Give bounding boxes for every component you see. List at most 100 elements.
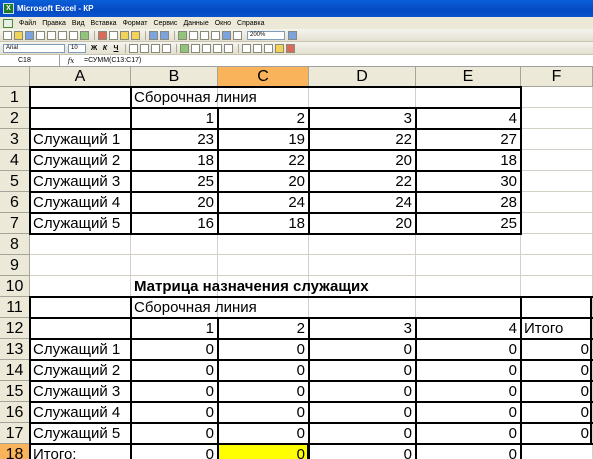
- cell-a13[interactable]: Служащий 1: [30, 339, 130, 360]
- menu-data[interactable]: Данные: [180, 20, 211, 27]
- format-painter-icon[interactable]: [131, 30, 140, 40]
- cell-b15[interactable]: 0: [131, 381, 217, 402]
- cell-c13[interactable]: 0: [218, 339, 308, 360]
- formula-input[interactable]: =СУММ(C13:C17): [82, 57, 141, 64]
- cell-d7[interactable]: 20: [309, 213, 415, 234]
- hyperlink-icon[interactable]: [178, 30, 187, 40]
- column-header-a[interactable]: A: [30, 67, 131, 87]
- font-size-select[interactable]: 10: [68, 43, 86, 53]
- cell-d5[interactable]: 22: [309, 171, 415, 192]
- save-icon[interactable]: [25, 30, 34, 40]
- row-header-8[interactable]: 8: [0, 234, 30, 255]
- cell-f17[interactable]: 0: [521, 423, 592, 444]
- help-icon[interactable]: [288, 30, 297, 40]
- menu-tools[interactable]: Сервис: [150, 20, 180, 27]
- autosum-icon[interactable]: [189, 30, 198, 40]
- row-header-5[interactable]: 5: [0, 171, 30, 192]
- print-icon[interactable]: [58, 30, 67, 40]
- cell-c6[interactable]: 24: [218, 192, 308, 213]
- sort-ascending-icon[interactable]: [200, 30, 209, 40]
- cell-d3[interactable]: 22: [309, 129, 415, 150]
- cell-d2[interactable]: 3: [309, 108, 415, 129]
- cell-b5[interactable]: 25: [131, 171, 217, 192]
- cell-d4[interactable]: 20: [309, 150, 415, 171]
- increase-indent-icon[interactable]: [253, 43, 262, 53]
- cell-b10[interactable]: Матрица назначения служащих: [131, 276, 369, 297]
- font-color-icon[interactable]: [286, 43, 295, 53]
- cell-a6[interactable]: Служащий 4: [30, 192, 130, 213]
- cell-b12[interactable]: 1: [131, 318, 217, 339]
- menu-view[interactable]: Вид: [69, 20, 88, 27]
- row-header-3[interactable]: 3: [0, 129, 30, 150]
- underline-button[interactable]: Ч: [111, 45, 121, 52]
- cell-d16[interactable]: 0: [309, 402, 415, 423]
- row-header-4[interactable]: 4: [0, 150, 30, 171]
- cell-b14[interactable]: 0: [131, 360, 217, 381]
- cell-f13[interactable]: 0: [521, 339, 592, 360]
- row-header-17[interactable]: 17: [0, 423, 30, 444]
- cell-d17[interactable]: 0: [309, 423, 415, 444]
- percent-icon[interactable]: [191, 43, 200, 53]
- decrease-decimal-icon[interactable]: [224, 43, 233, 53]
- cell-e18[interactable]: 0: [416, 444, 520, 459]
- cell-a3[interactable]: Служащий 1: [30, 129, 130, 150]
- undo-icon[interactable]: [149, 30, 158, 40]
- cell-d6[interactable]: 24: [309, 192, 415, 213]
- merge-center-icon[interactable]: [162, 43, 171, 53]
- decrease-indent-icon[interactable]: [242, 43, 251, 53]
- cell-c4[interactable]: 22: [218, 150, 308, 171]
- align-center-icon[interactable]: [140, 43, 149, 53]
- copy-icon[interactable]: [109, 30, 118, 40]
- menu-insert[interactable]: Вставка: [88, 20, 120, 27]
- column-header-b[interactable]: B: [131, 67, 218, 87]
- align-left-icon[interactable]: [129, 43, 138, 53]
- cell-b4[interactable]: 18: [131, 150, 217, 171]
- column-header-e[interactable]: E: [416, 67, 521, 87]
- drawing-icon[interactable]: [233, 30, 242, 40]
- cell-c3[interactable]: 19: [218, 129, 308, 150]
- spelling-icon[interactable]: [80, 30, 89, 40]
- cell-d12[interactable]: 3: [309, 318, 415, 339]
- cell-b6[interactable]: 20: [131, 192, 217, 213]
- row-header-15[interactable]: 15: [0, 381, 30, 402]
- cell-c12[interactable]: 2: [218, 318, 308, 339]
- cell-f16[interactable]: 0: [521, 402, 592, 423]
- italic-button[interactable]: К: [100, 45, 110, 52]
- cell-b2[interactable]: 1: [131, 108, 217, 129]
- cell-b16[interactable]: 0: [131, 402, 217, 423]
- row-header-11[interactable]: 11: [0, 297, 30, 318]
- row-header-10[interactable]: 10: [0, 276, 30, 297]
- cell-e3[interactable]: 27: [416, 129, 520, 150]
- cell-e17[interactable]: 0: [416, 423, 520, 444]
- permission-icon[interactable]: [36, 30, 45, 40]
- cell-b7[interactable]: 16: [131, 213, 217, 234]
- cell-b18[interactable]: 0: [131, 444, 217, 459]
- cell-d14[interactable]: 0: [309, 360, 415, 381]
- menu-help[interactable]: Справка: [234, 20, 267, 27]
- cell-e16[interactable]: 0: [416, 402, 520, 423]
- row-header-6[interactable]: 6: [0, 192, 30, 213]
- open-icon[interactable]: [14, 30, 23, 40]
- cell-c14[interactable]: 0: [218, 360, 308, 381]
- cell-f15[interactable]: 0: [521, 381, 592, 402]
- cell-b13[interactable]: 0: [131, 339, 217, 360]
- cell-e6[interactable]: 28: [416, 192, 520, 213]
- cell-a17[interactable]: Служащий 5: [30, 423, 130, 444]
- print-preview-icon[interactable]: [69, 30, 78, 40]
- currency-icon[interactable]: [180, 43, 189, 53]
- cell-e7[interactable]: 25: [416, 213, 520, 234]
- column-header-d[interactable]: D: [309, 67, 416, 87]
- cell-c15[interactable]: 0: [218, 381, 308, 402]
- fill-color-icon[interactable]: [275, 43, 284, 53]
- borders-icon[interactable]: [264, 43, 273, 53]
- cut-icon[interactable]: [98, 30, 107, 40]
- cell-d13[interactable]: 0: [309, 339, 415, 360]
- cell-f14[interactable]: 0: [521, 360, 592, 381]
- new-icon[interactable]: [3, 30, 12, 40]
- row-header-9[interactable]: 9: [0, 255, 30, 276]
- select-all-corner[interactable]: [0, 67, 30, 87]
- cell-a15[interactable]: Служащий 3: [30, 381, 130, 402]
- cell-e14[interactable]: 0: [416, 360, 520, 381]
- email-icon[interactable]: [47, 30, 56, 40]
- zoom-select[interactable]: 200%: [247, 30, 285, 40]
